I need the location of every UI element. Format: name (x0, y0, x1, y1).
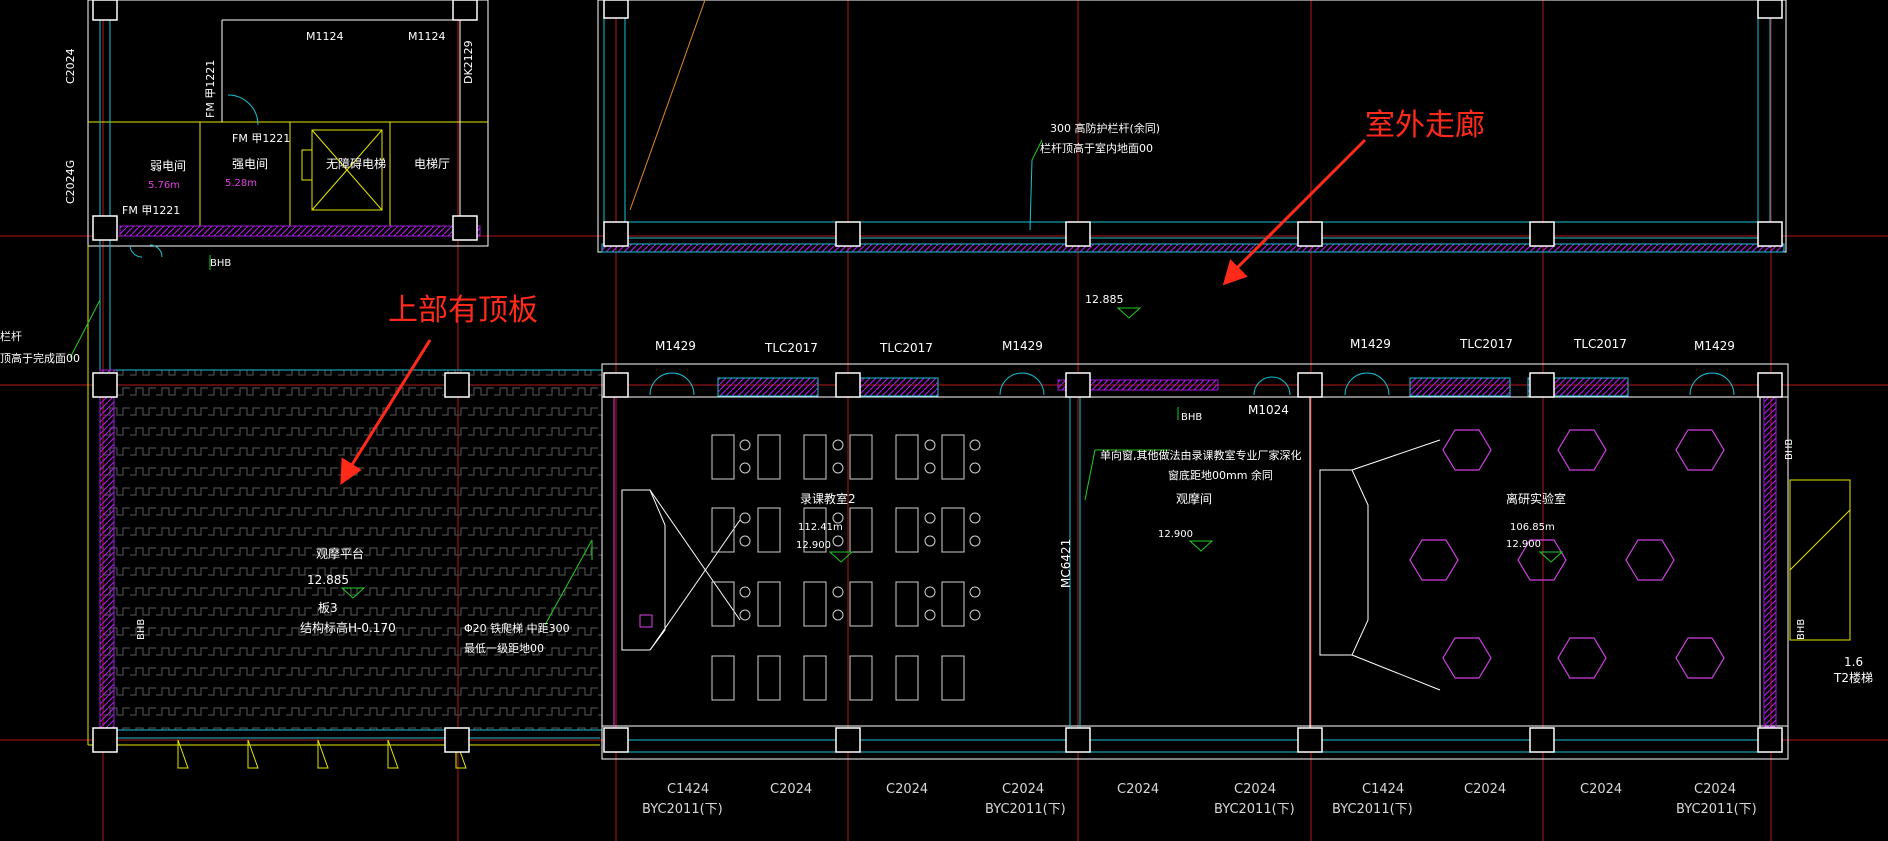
annotation-outdoor-corridor: 室外走廊 (1365, 108, 1485, 143)
corridor-level: 12.885 (1085, 293, 1124, 306)
bottom-byc-1: BYC2011(下) (642, 802, 723, 817)
bottom-c2024-2: C2024 (886, 782, 928, 797)
tag-tlc2017-2: TLC2017 (879, 341, 933, 355)
lab-area: 106.85m (1510, 522, 1555, 533)
bottom-c2024-5: C2024 (1234, 782, 1276, 797)
bottom-c2024-4: C2024 (1117, 782, 1159, 797)
bottom-byc-3: BYC2011(下) (1214, 802, 1295, 817)
tag-m1124-a: M1124 (306, 30, 344, 43)
tag-bhb-5: BHB (1784, 439, 1795, 460)
tag-m1429-4: M1429 (1694, 339, 1735, 353)
window-note-2: 窗底距地00mm 余同 (1168, 468, 1273, 482)
tag-bhb-1: BHB (210, 258, 231, 269)
tag-tlc2017-1: TLC2017 (764, 341, 818, 355)
steel-ladder-note-1: Φ20 铁爬梯 中距300 (464, 622, 570, 635)
bottom-byc-4: BYC2011(下) (1332, 802, 1413, 817)
annotation-roof-slab-above: 上部有顶板 (388, 293, 538, 328)
cad-floor-plan: 室外走廊 上部有顶板 弱电间 5.76m 强电间 5.28m 无障碍电梯 电梯厅… (0, 0, 1888, 841)
observation-platform-label: 观摩平台 (316, 546, 364, 561)
bottom-byc-2: BYC2011(下) (985, 802, 1066, 817)
tag-tlc2017-4: TLC2017 (1573, 337, 1627, 351)
rail-left-note-1: 栏杆 (0, 329, 22, 343)
tag-m1429-2: M1429 (1002, 339, 1043, 353)
tag-m1124-b: M1124 (408, 30, 446, 43)
bottom-c2024-6: C2024 (1464, 782, 1506, 797)
tag-dk2129: DK2129 (462, 40, 475, 84)
observation-level: 12.885 (307, 573, 349, 587)
bottom-c1424-1: C1424 (667, 782, 709, 797)
window-note-1: 单向窗,其他做法由录课教室专业厂家深化 (1100, 448, 1302, 462)
classroom-desks (711, 434, 981, 701)
upper-right-block (597, 0, 1787, 253)
tag-fm3: FM 甲1221 (204, 60, 217, 118)
railing-note-2: 栏杆顶高于室内地面00 (1040, 141, 1153, 155)
tag-bhb-2: BHB (1181, 412, 1202, 423)
bottom-byc-5: BYC2011(下) (1676, 802, 1757, 817)
tag-c2024-top: C2024 (64, 48, 77, 84)
tag-mc6421: MC6421 (1059, 539, 1073, 588)
tag-bhb-4: BHB (1796, 619, 1807, 640)
bottom-c2024-8: C2024 (1694, 782, 1736, 797)
lab-label: 离研实验室 (1506, 491, 1566, 506)
elevator-hall-label: 电梯厅 (414, 157, 450, 171)
bottom-c2024-1: C2024 (770, 782, 812, 797)
tag-m1429-3: M1429 (1350, 337, 1391, 351)
tag-c2024g: C2024G (64, 160, 77, 204)
weak-power-room-label: 弱电间 (150, 159, 186, 173)
lower-main-block (601, 363, 1851, 760)
bottom-window-labels: C1424 BYC2011(下) C2024 C2024 C2024 BYC20… (642, 782, 1757, 817)
strong-power-room-label: 强电间 (232, 157, 268, 171)
observation-room-level: 12.900 (1158, 529, 1193, 540)
elevator-label: 无障碍电梯 (326, 156, 386, 171)
stair-label: T2楼梯 (1833, 670, 1873, 685)
recording-classroom-level: 12.900 (796, 540, 831, 551)
tag-m1024: M1024 (1248, 403, 1289, 417)
strong-power-area: 5.28m (225, 178, 257, 189)
railing-note-1: 300 高防护栏杆(余同) (1050, 121, 1160, 135)
weak-power-area: 5.76m (148, 180, 180, 191)
tag-m1429-1: M1429 (655, 339, 696, 353)
slab-type: 板3 (318, 601, 338, 615)
bottom-c1424-2: C1424 (1362, 782, 1404, 797)
stair-number: 1.6 (1844, 655, 1863, 669)
tag-fm1: FM 甲1221 (232, 132, 290, 145)
lab-tables (1409, 429, 1725, 679)
observation-room-label: 观摩间 (1176, 491, 1212, 506)
bottom-c2024-7: C2024 (1580, 782, 1622, 797)
recording-classroom-label: 录课教室2 (800, 491, 856, 506)
rail-left-note-2: 顶高于完成面00 (0, 351, 80, 365)
tag-tlc2017-3: TLC2017 (1459, 337, 1513, 351)
bottom-c2024-3: C2024 (1002, 782, 1044, 797)
tag-fm2: FM 甲1221 (122, 204, 180, 217)
lab-level: 12.900 (1506, 539, 1541, 550)
steel-ladder-note-2: 最低一级距地00 (464, 642, 544, 655)
tag-bhb-3: BHB (136, 619, 147, 640)
structural-level: 结构标高H-0.170 (300, 620, 396, 635)
recording-classroom-area: 112.41m (798, 522, 843, 533)
